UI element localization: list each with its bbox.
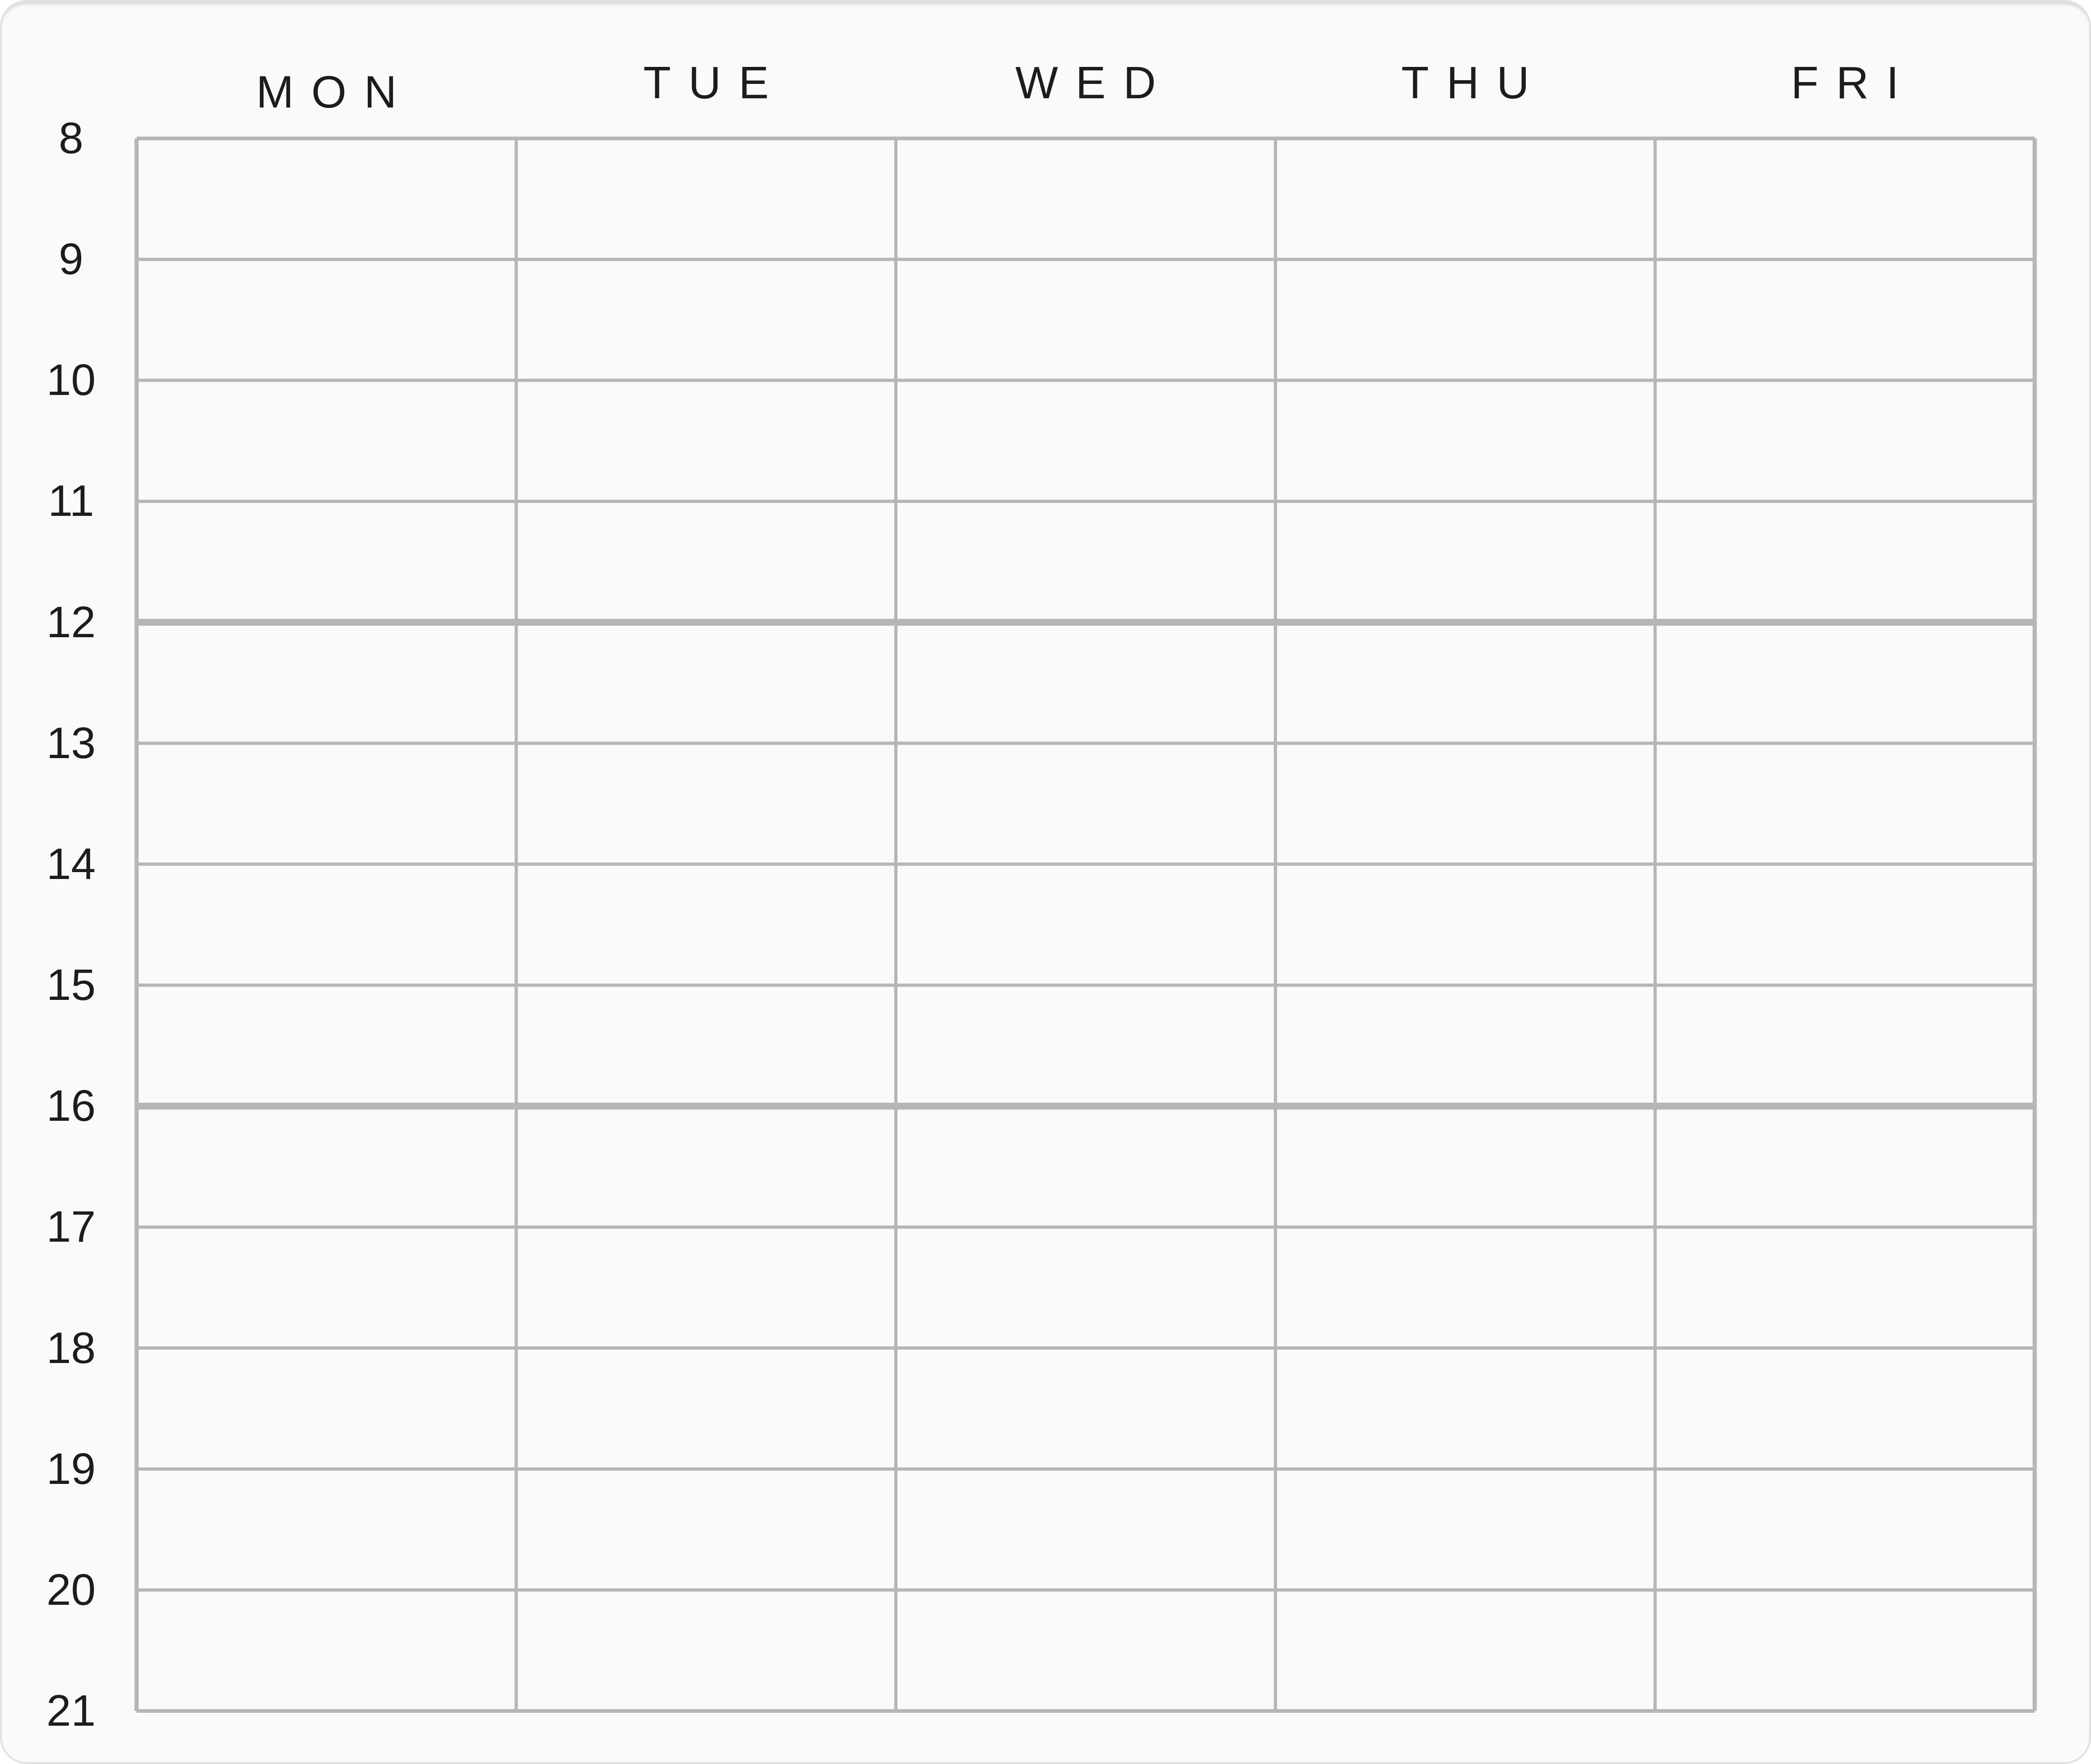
schedule-grid <box>134 137 2037 1713</box>
weekly-planner-sheet: MON TUE WED THU FRI 8 9 10 11 12 13 14 1… <box>0 0 2091 1764</box>
